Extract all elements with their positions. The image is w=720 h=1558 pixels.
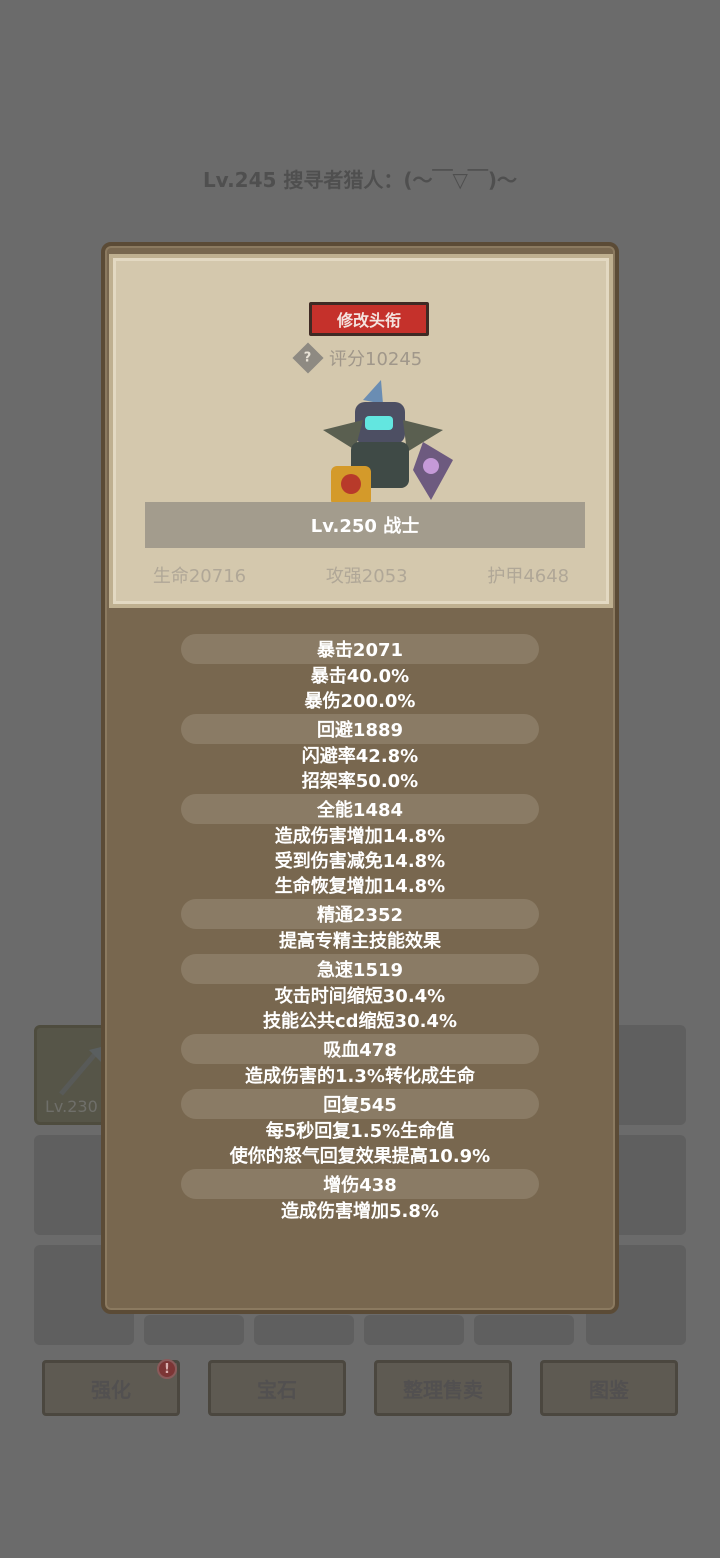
attribute-line: 暴伤200.0% — [304, 691, 416, 712]
page-title: Lv.245 搜寻者猎人：(～￣▽￣)～ — [202, 168, 518, 192]
attribute-title: 回避1889 — [181, 714, 539, 744]
enhance-button[interactable]: 强化 ! — [42, 1359, 180, 1416]
armor-stat: 护甲4648 — [487, 566, 570, 587]
attribute-line: 生命恢复增加14.8% — [274, 876, 446, 897]
warrior-hero-icon — [323, 380, 453, 506]
attribute-title: 全能1484 — [181, 794, 539, 824]
gem-button-label: 宝石 — [257, 1377, 297, 1402]
attribute-title: 回复545 — [181, 1089, 539, 1119]
attribute-title: 暴击2071 — [181, 634, 539, 664]
attribute-block: 急速1519 攻击时间缩短30.4% 技能公共cd缩短30.4% — [105, 954, 615, 1034]
score-label: 评分10245 — [329, 349, 423, 370]
inventory-slot[interactable] — [474, 1315, 574, 1345]
sort-sell-button[interactable]: 整理售卖 — [374, 1360, 512, 1416]
attribute-line: 每5秒回复1.5%生命值 — [265, 1121, 455, 1142]
inventory-slot[interactable] — [254, 1315, 354, 1345]
attribute-block: 回避1889 闪避率42.8% 招架率50.0% — [105, 714, 615, 794]
attribute-line: 招架率50.0% — [301, 771, 419, 792]
attribute-block: 全能1484 造成伤害增加14.8% 受到伤害减免14.8% 生命恢复增加14.… — [105, 794, 615, 899]
attribute-block: 回复545 每5秒回复1.5%生命值 使你的怒气回复效果提高10.9% — [105, 1089, 615, 1169]
attribute-title: 增伤438 — [181, 1169, 539, 1199]
attribute-line: 造成伤害增加5.8% — [281, 1201, 439, 1222]
attribute-block: 吸血478 造成伤害的1.3%转化成生命 — [105, 1034, 615, 1089]
item-level: Lv.230 — [45, 1097, 98, 1116]
attribute-line: 攻击时间缩短30.4% — [274, 986, 446, 1007]
attribute-block: 增伤438 造成伤害增加5.8% — [105, 1169, 615, 1224]
attribute-title: 急速1519 — [181, 954, 539, 984]
attribute-block: 精通2352 提高专精主技能效果 — [105, 899, 615, 954]
base-stats-row: 生命20716 攻强2053 护甲4648 — [113, 562, 609, 588]
attribute-line: 提高专精主技能效果 — [279, 931, 441, 952]
notification-badge: ! — [157, 1359, 177, 1379]
level-class-banner: Lv.250 战士 — [145, 502, 585, 548]
attribute-line: 暴击40.0% — [310, 666, 410, 687]
attack-stat: 攻强2053 — [325, 566, 408, 587]
codex-button-label: 图鉴 — [589, 1377, 629, 1402]
enhance-button-label: 强化 — [91, 1377, 131, 1402]
attribute-line: 使你的怒气回复效果提高10.9% — [229, 1146, 491, 1167]
attribute-list: 暴击2071 暴击40.0% 暴伤200.0% 回避1889 闪避率42.8% … — [105, 634, 615, 1224]
attribute-line: 造成伤害的1.3%转化成生命 — [245, 1066, 475, 1087]
attribute-line: 造成伤害增加14.8% — [274, 826, 446, 847]
sort-sell-button-label: 整理售卖 — [403, 1377, 483, 1402]
attribute-block: 暴击2071 暴击40.0% 暴伤200.0% — [105, 634, 615, 714]
codex-button[interactable]: 图鉴 — [540, 1360, 678, 1416]
character-panel: 修改头衔 ? 评分10245 Lv.250 战士 生命20716 攻强2053 … — [101, 242, 619, 1314]
help-icon[interactable]: ? — [292, 342, 324, 374]
gem-button[interactable]: 宝石 — [208, 1360, 346, 1416]
score-row: ? 评分10245 — [292, 342, 423, 374]
attribute-title: 精通2352 — [181, 899, 539, 929]
attribute-line: 闪避率42.8% — [301, 746, 419, 767]
attribute-line: 受到伤害减免14.8% — [274, 851, 446, 872]
inventory-slot[interactable] — [144, 1315, 244, 1345]
rename-title-button[interactable]: 修改头衔 — [309, 302, 429, 336]
inventory-slot[interactable] — [364, 1315, 464, 1345]
attribute-title: 吸血478 — [181, 1034, 539, 1064]
attribute-line: 技能公共cd缩短30.4% — [262, 1011, 457, 1032]
character-header-card: 修改头衔 ? 评分10245 Lv.250 战士 生命20716 攻强2053 … — [109, 254, 613, 608]
hp-stat: 生命20716 — [152, 566, 247, 587]
